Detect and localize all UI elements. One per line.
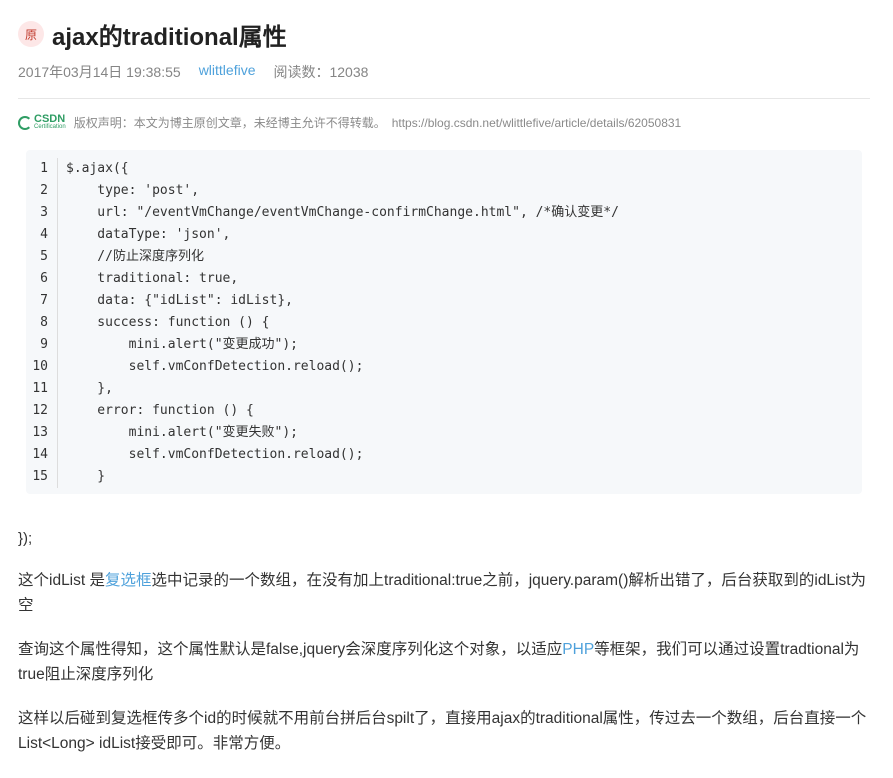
line-number: 1	[26, 158, 58, 180]
code-line: 5 //防止深度序列化	[26, 246, 619, 268]
code-text: url: "/eventVmChange/eventVmChange-confi…	[66, 205, 619, 220]
line-number: 7	[26, 290, 58, 312]
line-number: 3	[26, 202, 58, 224]
copyright-url[interactable]: https://blog.csdn.net/wlittlefive/articl…	[392, 116, 682, 130]
code-line: 14 self.vmConfDetection.reload();	[26, 444, 619, 466]
code-line: 10 self.vmConfDetection.reload();	[26, 356, 619, 378]
line-number: 12	[26, 400, 58, 422]
line-number: 5	[26, 246, 58, 268]
code-line: 11 },	[26, 378, 619, 400]
code-line: 12 error: function () {	[26, 400, 619, 422]
code-text: mini.alert("变更失败");	[66, 425, 299, 440]
line-number: 4	[26, 224, 58, 246]
code-line: 4 dataType: 'json',	[26, 224, 619, 246]
code-block: 1 $.ajax({2 type: 'post', 3 url: "/eventVm…	[26, 150, 862, 494]
article-page: 原 ajax的traditional属性 2017年03月14日 19:38:5…	[0, 0, 893, 778]
php-link[interactable]: PHP	[562, 641, 594, 658]
article-meta: 2017年03月14日 19:38:55 wlittlefive 阅读数：120…	[18, 62, 368, 82]
line-number: 11	[26, 378, 58, 400]
divider	[18, 98, 870, 99]
code-line: 7 data: {"idList": idList},	[26, 290, 619, 312]
code-text: mini.alert("变更成功");	[66, 337, 299, 352]
checkbox-link[interactable]: 复选框	[105, 572, 152, 589]
code-line: 6 traditional: true,	[26, 268, 619, 290]
code-text: self.vmConfDetection.reload();	[66, 447, 364, 462]
code-text: error: function () {	[66, 403, 254, 418]
code-line: 9 mini.alert("变更成功");	[26, 334, 619, 356]
line-number: 9	[26, 334, 58, 356]
original-badge: 原	[18, 21, 44, 47]
code-line: 1 $.ajax({	[26, 158, 619, 180]
code-text: dataType: 'json',	[66, 227, 231, 242]
line-number: 6	[26, 268, 58, 290]
line-number: 14	[26, 444, 58, 466]
title-row: 原 ajax的traditional属性	[18, 18, 287, 51]
code-line: 15 }	[26, 466, 619, 488]
line-number: 15	[26, 466, 58, 488]
code-line: 8 success: function () {	[26, 312, 619, 334]
author-link[interactable]: wlittlefive	[199, 62, 256, 82]
code-text: },	[66, 381, 113, 396]
copyright-text: 版权声明：本文为博主原创文章，未经博主允许不得转载。	[73, 116, 386, 130]
code-line: 2 type: 'post',	[26, 180, 619, 202]
copyright-notice: CSDN Certification 版权声明：本文为博主原创文章，未经博主允许…	[18, 114, 681, 131]
paragraph-3: 这样以后碰到复选框传多个id的时候就不用前台拼后台spilt了，直接用ajax的…	[18, 710, 867, 752]
code-lines: 1 $.ajax({2 type: 'post', 3 url: "/eventVm…	[26, 158, 619, 488]
code-line: 3 url: "/eventVmChange/eventVmChange-con…	[26, 202, 619, 224]
line-number: 2	[26, 180, 58, 202]
code-line: 13 mini.alert("变更失败");	[26, 422, 619, 444]
article-title: ajax的traditional属性	[52, 23, 287, 51]
code-text: }	[66, 469, 106, 484]
code-text: self.vmConfDetection.reload();	[66, 359, 364, 374]
code-text: data: {"idList": idList},	[66, 293, 293, 308]
paragraph-1: 这个idList 是复选框选中记录的一个数组，在没有加上traditional:…	[18, 572, 867, 614]
line-number: 10	[26, 356, 58, 378]
code-text: $.ajax({	[66, 161, 129, 176]
line-number: 13	[26, 422, 58, 444]
code-tail: });	[18, 530, 33, 547]
read-count: 阅读数：12038	[273, 64, 369, 80]
code-text: traditional: true,	[66, 271, 239, 286]
publish-date: 2017年03月14日 19:38:55	[18, 64, 181, 80]
line-number: 8	[26, 312, 58, 334]
code-text: success: function () {	[66, 315, 270, 330]
code-text: //防止深度序列化	[66, 249, 204, 264]
paragraph-2: 查询这个属性得知，这个属性默认是false,jquery会深度序列化这个对象，以…	[18, 641, 860, 683]
csdn-logo-icon: CSDN Certification	[18, 114, 66, 130]
code-text: type: 'post',	[66, 183, 200, 198]
